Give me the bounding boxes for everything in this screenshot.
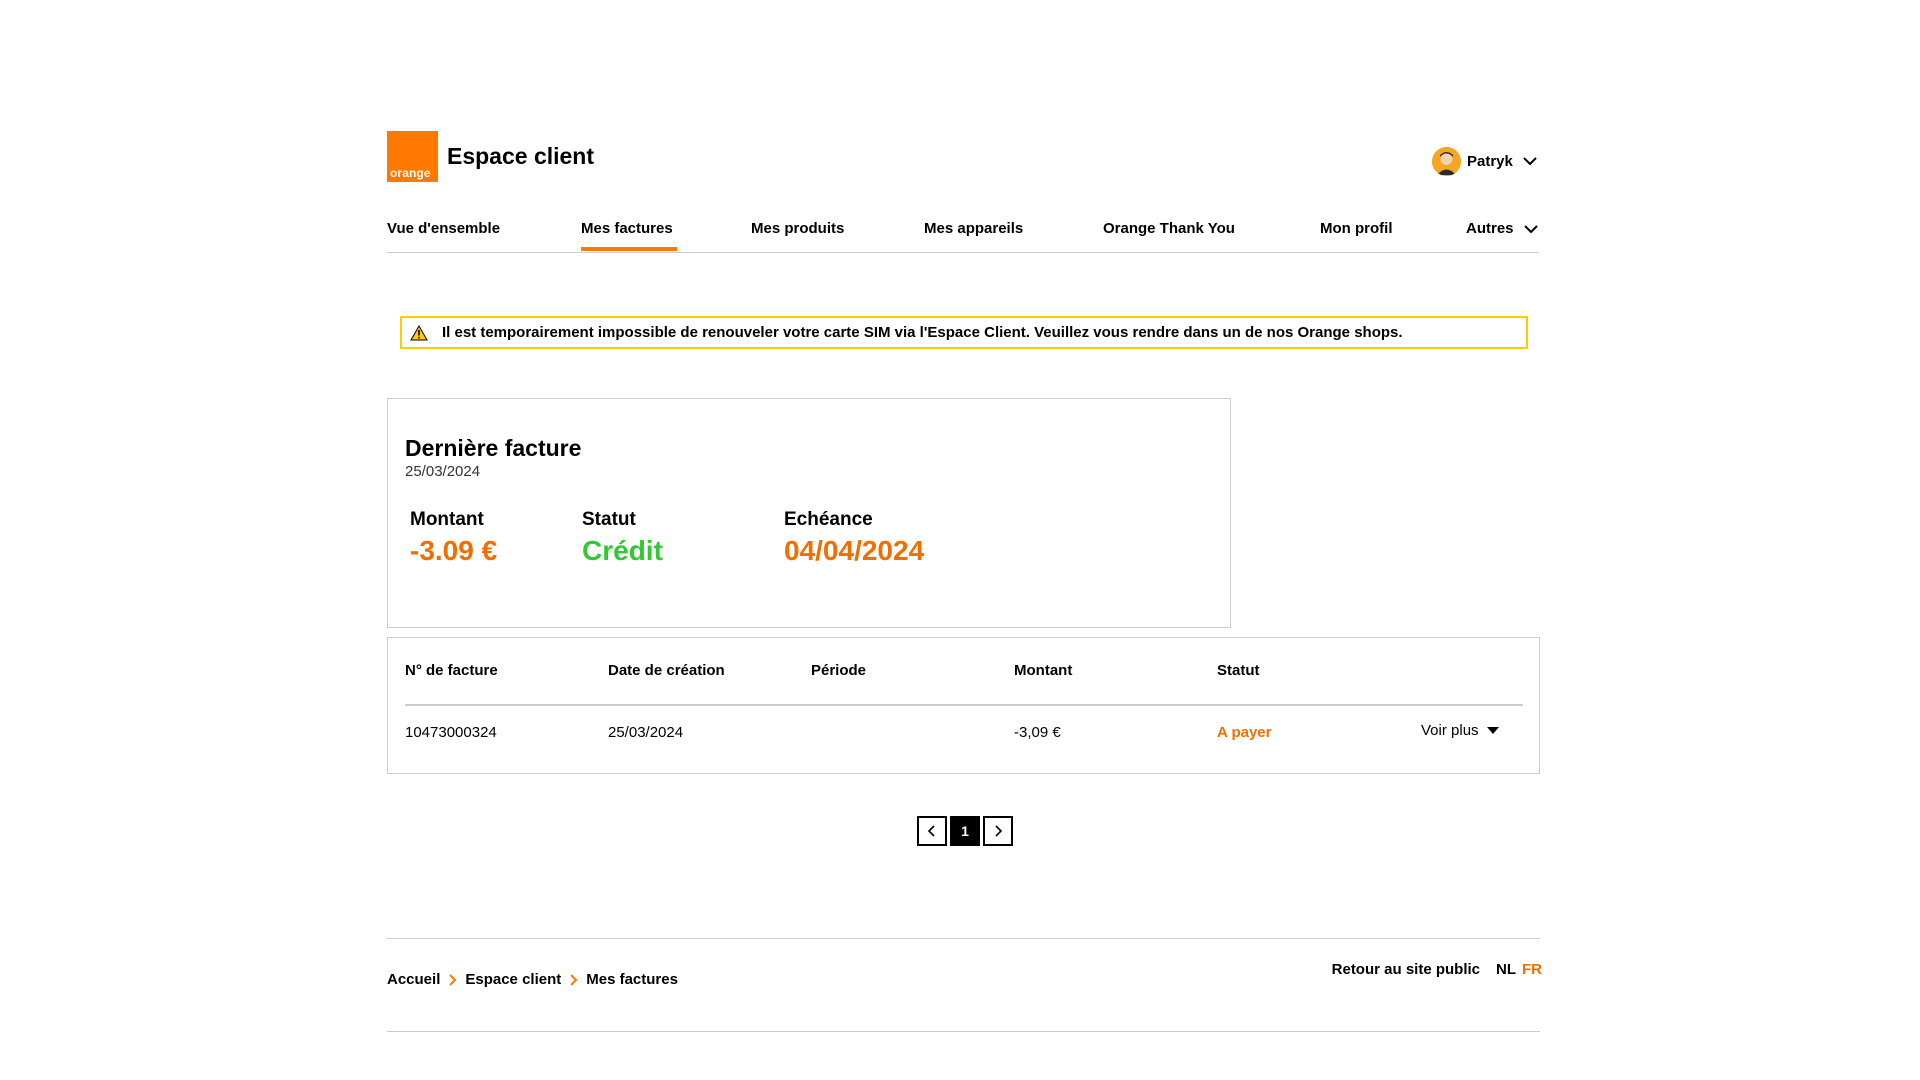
chevron-right-icon	[995, 825, 1003, 837]
due-value: 04/04/2024	[784, 535, 925, 566]
col-header-number: N° de facture	[405, 662, 498, 679]
nav-mes-appareils[interactable]: Mes appareils	[924, 220, 1023, 237]
cell-amount: -3,09 €	[1014, 724, 1061, 741]
alert-text: Il est temporairement impossible de reno…	[442, 324, 1403, 341]
col-header-period: Période	[811, 662, 867, 679]
user-menu[interactable]: Patryk	[1432, 146, 1537, 176]
breadcrumb-mes-factures: Mes factures	[586, 971, 678, 988]
sim-warning-banner: Il est temporairement impossible de reno…	[400, 316, 1528, 349]
footer-links: Retour au site public NL FR	[1332, 961, 1542, 978]
voir-plus-label: Voir plus	[1421, 722, 1479, 739]
chevron-right-icon	[449, 973, 457, 986]
table-divider	[405, 704, 1523, 706]
col-header-created: Date de création	[608, 662, 725, 679]
status-block: Statut Crédit	[582, 509, 663, 567]
public-site-link[interactable]: Retour au site public	[1332, 961, 1480, 978]
cell-created-date: 25/03/2024	[608, 724, 684, 741]
col-header-amount: Montant	[1014, 662, 1073, 679]
warning-icon	[410, 324, 428, 340]
amount-label: Montant	[410, 509, 484, 530]
invoices-table: N° de facture Date de création Période M…	[387, 637, 1540, 774]
logo-text: orange	[390, 166, 431, 180]
col-header-status: Statut	[1217, 662, 1260, 679]
status-value: Crédit	[582, 535, 663, 566]
last-invoice-date: 25/03/2024	[405, 463, 481, 480]
last-invoice-card: Dernière facture 25/03/2024 Montant -3.0…	[387, 398, 1231, 628]
nav-autres[interactable]: Autres	[1466, 220, 1538, 237]
status-label: Statut	[582, 509, 636, 530]
chevron-left-icon	[927, 825, 935, 837]
nav-autres-label: Autres	[1466, 220, 1514, 237]
user-name: Patryk	[1467, 152, 1513, 170]
cell-status: A payer	[1217, 724, 1272, 741]
breadcrumb: Accueil Espace client Mes factures	[387, 971, 678, 988]
due-block: Echéance 04/04/2024	[784, 509, 924, 567]
footer-divider-top	[387, 938, 1540, 939]
cell-invoice-number: 10473000324	[405, 724, 497, 741]
app-title: Espace client	[447, 143, 595, 169]
chevron-down-icon	[1523, 157, 1537, 166]
nav-mon-profil[interactable]: Mon profil	[1320, 220, 1392, 237]
nav-vue-ensemble[interactable]: Vue d'ensemble	[387, 220, 500, 237]
pagination: 1	[917, 816, 1016, 846]
chevron-down-icon	[1523, 224, 1538, 233]
page-1-button[interactable]: 1	[950, 816, 980, 846]
main-nav: Vue d'ensemble Mes factures Mes produits…	[387, 206, 1539, 253]
prev-page-button[interactable]	[917, 816, 947, 846]
voir-plus-button[interactable]: Voir plus	[1421, 722, 1499, 739]
breadcrumb-accueil[interactable]: Accueil	[387, 971, 440, 988]
user-avatar-icon	[1432, 146, 1461, 176]
due-label: Echéance	[784, 509, 873, 530]
chevron-right-icon	[570, 973, 578, 986]
lang-fr-link[interactable]: FR	[1522, 961, 1542, 978]
nav-mes-factures[interactable]: Mes factures	[581, 220, 677, 251]
amount-value: -3.09 €	[410, 535, 498, 566]
nav-orange-thank-you[interactable]: Orange Thank You	[1103, 220, 1235, 237]
next-page-button[interactable]	[983, 816, 1013, 846]
caret-down-icon	[1486, 726, 1499, 734]
last-invoice-title: Dernière facture	[405, 435, 582, 461]
orange-logo[interactable]: orange	[387, 131, 438, 182]
nav-mes-produits[interactable]: Mes produits	[751, 220, 844, 237]
footer-divider-bottom	[387, 1031, 1540, 1032]
lang-nl-link[interactable]: NL	[1496, 961, 1516, 978]
breadcrumb-espace-client[interactable]: Espace client	[465, 971, 561, 988]
amount-block: Montant -3.09 €	[410, 509, 497, 567]
avatar	[1432, 146, 1461, 176]
